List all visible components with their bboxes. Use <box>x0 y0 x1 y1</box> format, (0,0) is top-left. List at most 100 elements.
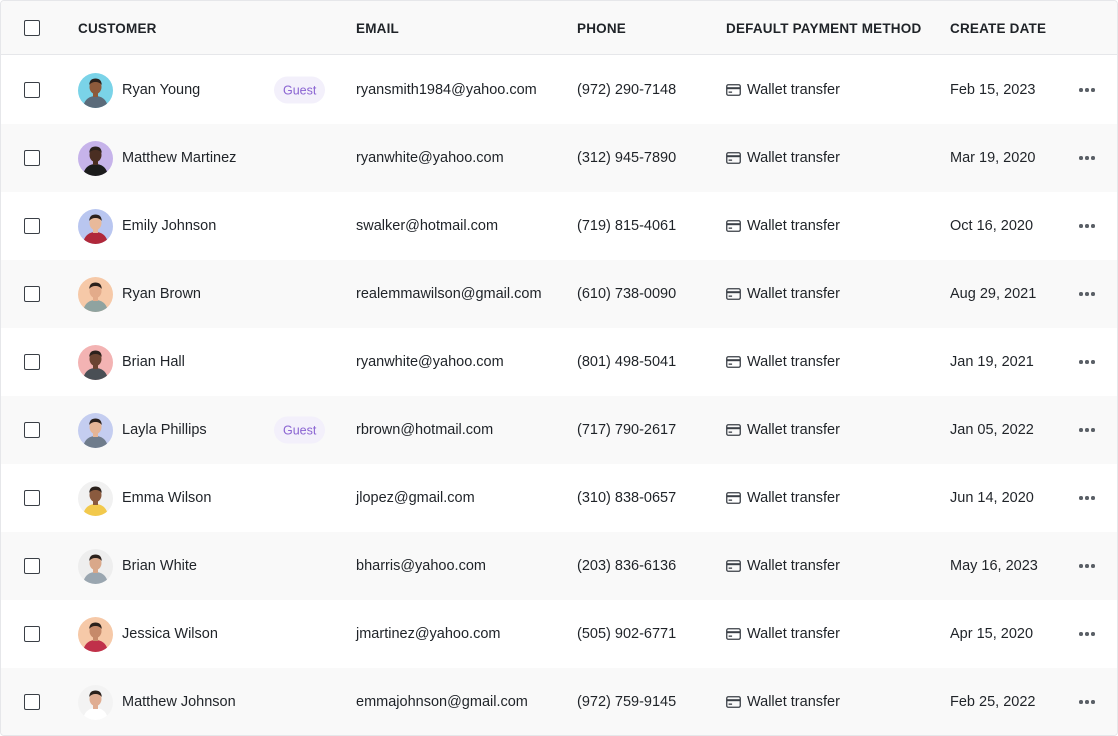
select-all-checkbox[interactable] <box>24 20 40 36</box>
customer-name[interactable]: Emily Johnson <box>122 215 252 237</box>
date-cell: Feb 15, 2023 <box>950 56 1035 124</box>
customer-name[interactable]: Ryan Brown <box>122 283 252 305</box>
table-row[interactable]: Ryan Brown realemmawilson@gmail.com (610… <box>1 260 1117 328</box>
customer-cell[interactable]: Brian White <box>78 532 252 600</box>
customer-cell[interactable]: Emily Johnson <box>78 192 252 260</box>
more-options-icon[interactable] <box>1079 628 1095 640</box>
date-cell: Aug 29, 2021 <box>950 260 1036 328</box>
payment-cell: Wallet transfer <box>726 192 840 260</box>
more-options-icon[interactable] <box>1079 220 1095 232</box>
payment-method: Wallet transfer <box>747 490 840 506</box>
more-options-icon[interactable] <box>1079 356 1095 368</box>
customer-name[interactable]: Matthew Johnson <box>122 691 252 713</box>
email-cell: ryanwhite@yahoo.com <box>356 124 504 192</box>
row-checkbox[interactable] <box>24 150 40 166</box>
row-actions-cell <box>1079 668 1095 735</box>
customer-email: ryanwhite@yahoo.com <box>356 354 504 370</box>
customer-email: realemmawilson@gmail.com <box>356 286 542 302</box>
more-options-icon[interactable] <box>1079 288 1095 300</box>
table-row[interactable]: Emma Wilson jlopez@gmail.com (310) 838-0… <box>1 464 1117 532</box>
table-row[interactable]: Ryan Young Guest ryansmith1984@yahoo.com… <box>1 56 1117 124</box>
row-checkbox[interactable] <box>24 286 40 302</box>
create-date: Jan 05, 2022 <box>950 422 1034 438</box>
phone-cell: (610) 738-0090 <box>577 260 676 328</box>
more-options-icon[interactable] <box>1079 84 1095 96</box>
column-header-email[interactable]: EMAIL <box>356 1 399 55</box>
credit-card-icon <box>726 424 741 436</box>
customer-name[interactable]: Matthew Martinez <box>122 147 252 169</box>
more-options-icon[interactable] <box>1079 424 1095 436</box>
row-checkbox[interactable] <box>24 626 40 642</box>
payment-method: Wallet transfer <box>747 218 840 234</box>
row-actions-cell <box>1079 56 1095 124</box>
column-header-create-date[interactable]: CREATE DATE <box>950 1 1046 55</box>
row-checkbox[interactable] <box>24 694 40 710</box>
credit-card-icon <box>726 84 741 96</box>
table-row[interactable]: Jessica Wilson jmartinez@yahoo.com (505)… <box>1 600 1117 668</box>
payment-cell: Wallet transfer <box>726 668 840 735</box>
row-select-cell <box>24 396 40 464</box>
payment-method: Wallet transfer <box>747 286 840 302</box>
customer-phone: (310) 838-0657 <box>577 490 677 506</box>
avatar <box>78 208 113 244</box>
payment-method: Wallet transfer <box>747 422 840 438</box>
customer-name[interactable]: Emma Wilson <box>122 487 252 509</box>
table-row[interactable]: Matthew Martinez ryanwhite@yahoo.com (31… <box>1 124 1117 192</box>
payment-cell: Wallet transfer <box>726 600 840 668</box>
customer-phone: (972) 759-9145 <box>577 694 677 710</box>
row-checkbox[interactable] <box>24 82 40 98</box>
payment-cell: Wallet transfer <box>726 396 840 464</box>
email-cell: rbrown@hotmail.com <box>356 396 493 464</box>
create-date: Jun 14, 2020 <box>950 490 1034 506</box>
credit-card-icon <box>726 492 741 504</box>
more-options-icon[interactable] <box>1079 152 1095 164</box>
customer-cell[interactable]: Matthew Johnson <box>78 668 252 735</box>
customer-name[interactable]: Brian White <box>122 555 252 577</box>
row-select-cell <box>24 600 40 668</box>
column-header-payment-method[interactable]: DEFAULT PAYMENT METHOD <box>726 1 921 55</box>
customer-phone: (717) 790-2617 <box>577 422 677 438</box>
customer-phone: (312) 945-7890 <box>577 150 677 166</box>
row-actions-cell <box>1079 532 1095 600</box>
customer-cell[interactable]: Jessica Wilson <box>78 600 252 668</box>
row-checkbox[interactable] <box>24 218 40 234</box>
customer-name[interactable]: Brian Hall <box>122 351 252 373</box>
customer-name[interactable]: Layla Phillips <box>122 419 252 441</box>
customer-cell[interactable]: Ryan Brown <box>78 260 252 328</box>
customer-cell[interactable]: Matthew Martinez <box>78 124 252 192</box>
payment-method: Wallet transfer <box>747 82 840 98</box>
customer-cell[interactable]: Layla Phillips <box>78 396 252 464</box>
row-select-cell <box>24 192 40 260</box>
column-header-phone[interactable]: PHONE <box>577 1 626 55</box>
customer-name[interactable]: Ryan Young <box>122 79 252 101</box>
customer-name[interactable]: Jessica Wilson <box>122 623 252 645</box>
row-checkbox[interactable] <box>24 354 40 370</box>
table-row[interactable]: Brian White bharris@yahoo.com (203) 836-… <box>1 532 1117 600</box>
more-options-icon[interactable] <box>1079 560 1095 572</box>
customer-cell[interactable]: Ryan Young <box>78 56 252 124</box>
customer-cell[interactable]: Emma Wilson <box>78 464 252 532</box>
row-actions-cell <box>1079 396 1095 464</box>
create-date: Feb 25, 2022 <box>950 694 1036 710</box>
column-header-customer[interactable]: CUSTOMER <box>78 1 157 55</box>
phone-cell: (310) 838-0657 <box>577 464 676 532</box>
phone-cell: (312) 945-7890 <box>577 124 676 192</box>
customer-email: bharris@yahoo.com <box>356 558 486 574</box>
date-cell: Feb 25, 2022 <box>950 668 1036 735</box>
table-row[interactable]: Matthew Johnson emmajohnson@gmail.com (9… <box>1 668 1117 735</box>
email-cell: ryanwhite@yahoo.com <box>356 328 504 396</box>
row-checkbox[interactable] <box>24 490 40 506</box>
customer-cell[interactable]: Brian Hall <box>78 328 252 396</box>
table-row[interactable]: Emily Johnson swalker@hotmail.com (719) … <box>1 192 1117 260</box>
table-row[interactable]: Layla Phillips Guest rbrown@hotmail.com … <box>1 396 1117 464</box>
more-options-icon[interactable] <box>1079 696 1095 708</box>
row-checkbox[interactable] <box>24 558 40 574</box>
more-options-icon[interactable] <box>1079 492 1095 504</box>
table-header: CUSTOMER EMAIL PHONE DEFAULT PAYMENT MET… <box>1 1 1117 55</box>
row-actions-cell <box>1079 260 1095 328</box>
row-checkbox[interactable] <box>24 422 40 438</box>
table-row[interactable]: Brian Hall ryanwhite@yahoo.com (801) 498… <box>1 328 1117 396</box>
email-cell: realemmawilson@gmail.com <box>356 260 542 328</box>
row-actions-cell <box>1079 328 1095 396</box>
row-actions-cell <box>1079 124 1095 192</box>
